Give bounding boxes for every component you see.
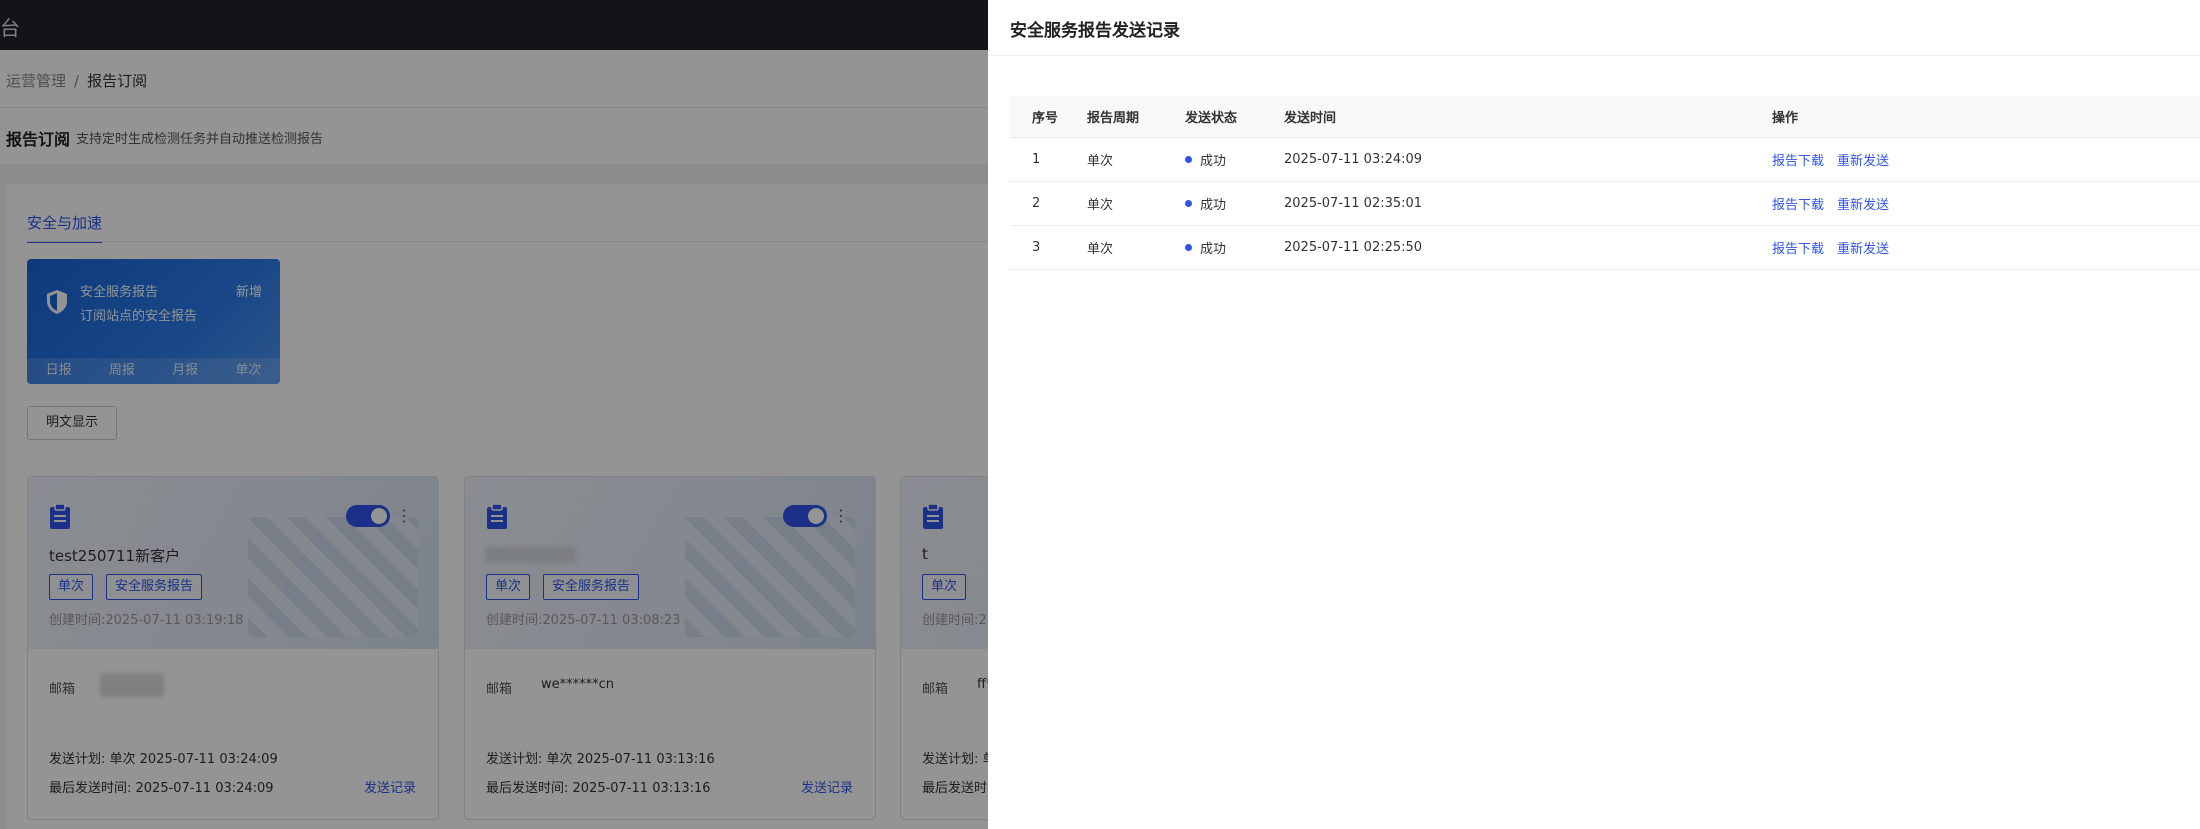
- download-report-link[interactable]: 报告下载: [1772, 238, 1824, 257]
- success-status-dot: [1185, 244, 1192, 251]
- column-header-actions: 操作: [1772, 111, 1799, 126]
- row-actions: 报告下载 重新发送: [1772, 138, 1902, 181]
- row-period: 单次: [1087, 242, 1114, 257]
- column-header-time: 发送时间: [1284, 111, 1337, 126]
- table-header: 序号 报告周期 发送状态 发送时间 操作: [1010, 96, 2200, 138]
- download-report-link[interactable]: 报告下载: [1772, 194, 1824, 213]
- resend-link[interactable]: 重新发送: [1837, 238, 1889, 257]
- modal-backdrop[interactable]: [0, 0, 988, 829]
- table-row: 3 单次 成功 2025-07-11 02:25:50 报告下载 重新发送: [1010, 226, 2200, 270]
- row-period: 单次: [1087, 198, 1114, 213]
- download-report-link[interactable]: 报告下载: [1772, 150, 1824, 169]
- column-header-index: 序号: [1032, 111, 1059, 126]
- table-row: 2 单次 成功 2025-07-11 02:35:01 报告下载 重新发送: [1010, 182, 2200, 226]
- row-actions: 报告下载 重新发送: [1772, 182, 1902, 225]
- row-index: 1: [1032, 152, 1041, 167]
- column-header-period: 报告周期: [1087, 111, 1140, 126]
- row-status: 成功: [1185, 138, 1226, 181]
- status-text: 成功: [1200, 242, 1227, 257]
- row-period: 单次: [1087, 154, 1114, 169]
- send-record-drawer: 安全服务报告发送记录 序号 报告周期 发送状态 发送时间 操作 1 单次 成功 …: [988, 0, 2200, 829]
- column-header-status: 发送状态: [1185, 111, 1238, 126]
- row-send-time: 2025-07-11 03:24:09: [1284, 152, 1423, 167]
- row-actions: 报告下载 重新发送: [1772, 226, 1902, 269]
- success-status-dot: [1185, 156, 1192, 163]
- row-send-time: 2025-07-11 02:25:50: [1284, 240, 1423, 255]
- send-record-table: 序号 报告周期 发送状态 发送时间 操作 1 单次 成功 2025-07-11 …: [1010, 96, 2200, 270]
- table-row: 1 单次 成功 2025-07-11 03:24:09 报告下载 重新发送: [1010, 138, 2200, 182]
- status-text: 成功: [1200, 154, 1227, 169]
- row-status: 成功: [1185, 182, 1226, 225]
- row-index: 3: [1032, 240, 1041, 255]
- status-text: 成功: [1200, 198, 1227, 213]
- row-index: 2: [1032, 196, 1041, 211]
- drawer-title: 安全服务报告发送记录: [1010, 21, 1180, 41]
- success-status-dot: [1185, 200, 1192, 207]
- resend-link[interactable]: 重新发送: [1837, 150, 1889, 169]
- row-send-time: 2025-07-11 02:35:01: [1284, 196, 1423, 211]
- row-status: 成功: [1185, 226, 1226, 269]
- resend-link[interactable]: 重新发送: [1837, 194, 1889, 213]
- drawer-divider: [988, 55, 2200, 56]
